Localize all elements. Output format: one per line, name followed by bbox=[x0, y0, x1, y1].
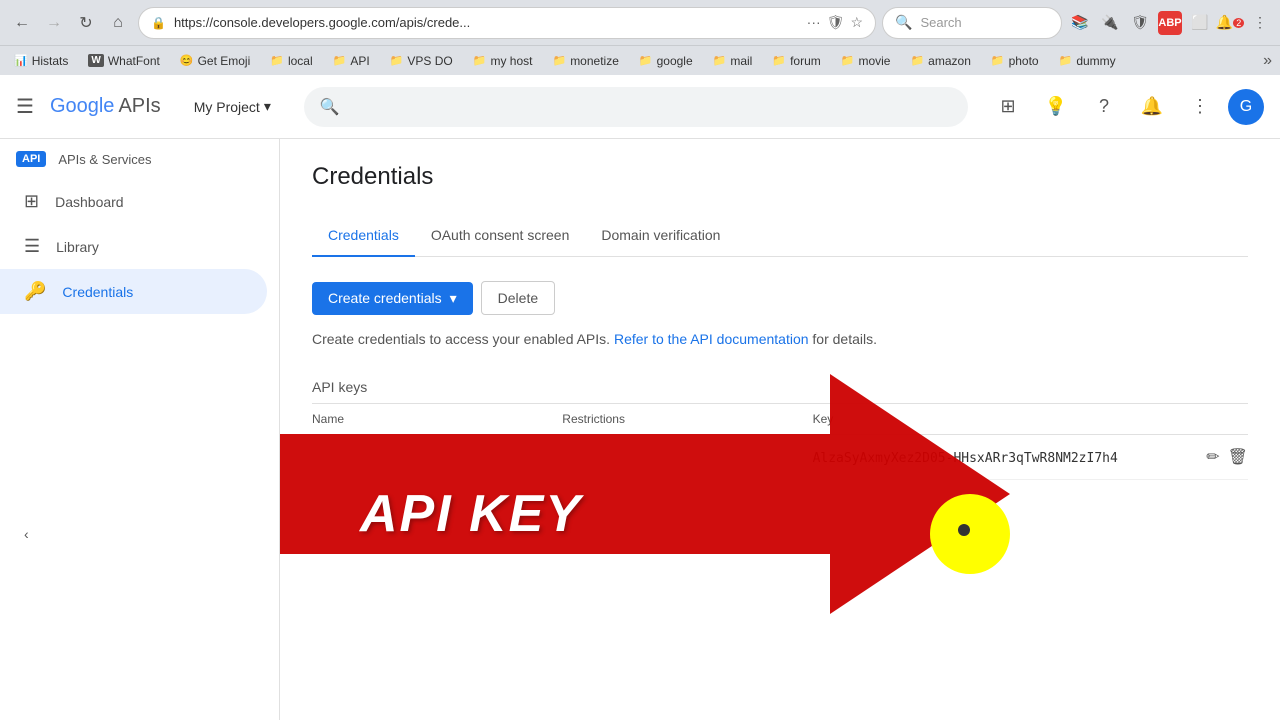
api-doc-link[interactable]: Refer to the API documentation bbox=[614, 331, 809, 347]
sidebar-item-dashboard[interactable]: ⊞ Dashboard bbox=[0, 179, 267, 224]
tab-oauth-consent[interactable]: OAuth consent screen bbox=[415, 215, 586, 257]
sidebar-toggle-icon: ‹ bbox=[24, 526, 29, 542]
bookmark-photo[interactable]: 📁photo bbox=[985, 52, 1045, 70]
bookmark-forum[interactable]: 📁forum bbox=[766, 52, 826, 70]
project-selector[interactable]: My Project ▾ bbox=[181, 91, 284, 122]
extension-icon[interactable]: 🔌 bbox=[1098, 11, 1122, 35]
bookmark-whatfont[interactable]: WWhatFont bbox=[82, 52, 165, 70]
star-icon[interactable]: ☆ bbox=[850, 14, 863, 31]
api-keys-section-title: API keys bbox=[312, 371, 1248, 404]
sidebar-library-label: Library bbox=[56, 239, 99, 255]
apis-logo-text: APIs bbox=[118, 95, 160, 118]
bookmark-api[interactable]: 📁API bbox=[327, 52, 376, 70]
project-dropdown-icon: ▾ bbox=[264, 98, 271, 115]
bell-icon-btn[interactable]: 🔔 bbox=[1132, 87, 1172, 127]
bookmark-monetize[interactable]: 📁monetize bbox=[546, 52, 624, 70]
header-actions: ⊞ 💡 ? 🔔 ⋮ G bbox=[988, 87, 1264, 127]
reload-button[interactable]: ↻ bbox=[72, 9, 100, 37]
sidebar-toggle-button[interactable]: ‹ bbox=[0, 514, 279, 554]
search-placeholder-text: Search bbox=[920, 15, 961, 30]
col-header-name: Name bbox=[312, 412, 562, 426]
project-name: My Project bbox=[194, 99, 260, 115]
sidebar-dashboard-label: Dashboard bbox=[55, 194, 124, 210]
api-badge: API bbox=[16, 151, 46, 167]
table-row: AlzaSyAxmyXez2D05-HHsxARr3qTwR8NM2zI7h4 … bbox=[312, 435, 1248, 480]
notification-icon[interactable]: 🔔2 bbox=[1218, 11, 1242, 35]
library-icon[interactable]: 📚 bbox=[1068, 11, 1092, 35]
address-text: https://console.developers.google.com/ap… bbox=[174, 15, 799, 30]
apps-icon-btn[interactable]: ⊞ bbox=[988, 87, 1028, 127]
help-icon-btn[interactable]: ? bbox=[1084, 87, 1124, 127]
bookmark-local[interactable]: 📁local bbox=[264, 52, 318, 70]
info-text: Create credentials to access your enable… bbox=[312, 331, 1248, 347]
create-dropdown-icon: ▾ bbox=[450, 290, 457, 307]
bookmark-google[interactable]: 📁google bbox=[633, 52, 699, 70]
library-nav-icon: ☰ bbox=[24, 236, 40, 257]
sidebar-item-library[interactable]: ☰ Library bbox=[0, 224, 267, 269]
delete-key-icon[interactable]: 🗑 bbox=[1228, 447, 1248, 467]
bookmark-getemoji[interactable]: 😊Get Emoji bbox=[174, 52, 256, 70]
sidebar-header: API APIs & Services bbox=[0, 151, 279, 179]
bookmark-vpsdo[interactable]: 📁VPS DO bbox=[384, 52, 459, 70]
edit-key-icon[interactable]: ✏ bbox=[1206, 447, 1219, 467]
credentials-icon: 🔑 bbox=[24, 281, 46, 302]
bookmark-myhost[interactable]: 📁my host bbox=[467, 52, 539, 70]
adblock-icon[interactable]: ABP bbox=[1158, 11, 1182, 35]
dashboard-icon: ⊞ bbox=[24, 191, 39, 212]
bookmark-movie[interactable]: 📁movie bbox=[835, 52, 897, 70]
sidebar-credentials-label: Credentials bbox=[62, 284, 133, 300]
address-more-icon: ··· bbox=[807, 14, 821, 31]
bookmark-mail[interactable]: 📁mail bbox=[707, 52, 759, 70]
cursor-indicator bbox=[958, 524, 970, 536]
more-header-icon-btn[interactable]: ⋮ bbox=[1180, 87, 1220, 127]
key-action-icons: ✏ 🗑 bbox=[1188, 447, 1248, 467]
window-icon[interactable]: ⬜ bbox=[1188, 11, 1212, 35]
bookmarks-more-icon[interactable]: » bbox=[1263, 52, 1272, 70]
key-value-cell: AlzaSyAxmyXez2D05-HHsxARr3qTwR8NM2zI7h4 bbox=[813, 449, 1188, 466]
action-buttons: Create credentials ▾ Delete bbox=[312, 281, 1248, 315]
forward-button[interactable]: → bbox=[40, 9, 68, 37]
col-header-key: Key bbox=[813, 412, 1188, 426]
address-bar[interactable]: 🔒 https://console.developers.google.com/… bbox=[138, 7, 876, 39]
api-key-value: AlzaSyAxmyXez2D05-HHsxARr3qTwR8NM2zI7h4 bbox=[813, 451, 1118, 466]
col-header-restrictions: Restrictions bbox=[562, 412, 812, 426]
yellow-highlight-circle bbox=[930, 494, 1010, 574]
delete-button[interactable]: Delete bbox=[481, 281, 555, 315]
page-title: Credentials bbox=[312, 163, 1248, 191]
lock-icon: 🔒 bbox=[151, 16, 166, 30]
home-button[interactable]: ⌂ bbox=[104, 9, 132, 37]
header-search-box[interactable]: 🔍 bbox=[304, 87, 968, 127]
tab-domain-verification[interactable]: Domain verification bbox=[585, 215, 736, 257]
tab-credentials[interactable]: Credentials bbox=[312, 215, 415, 257]
create-credentials-button[interactable]: Create credentials ▾ bbox=[312, 282, 473, 315]
col-header-actions bbox=[1188, 412, 1248, 426]
table-header: Name Restrictions Key bbox=[312, 404, 1248, 435]
back-button[interactable]: ← bbox=[8, 9, 36, 37]
sidebar: API APIs & Services ⊞ Dashboard ☰ Librar… bbox=[0, 139, 280, 720]
search-bar[interactable]: 🔍 Search bbox=[882, 7, 1062, 39]
content-area: Credentials Credentials OAuth consent sc… bbox=[280, 139, 1280, 720]
shield-browser-icon[interactable]: 🛡 bbox=[1128, 11, 1152, 35]
header-search-icon: 🔍 bbox=[320, 97, 340, 117]
google-logo-text: Google bbox=[50, 95, 115, 118]
bookmark-dummy[interactable]: 📁dummy bbox=[1053, 52, 1122, 70]
search-icon: 🔍 bbox=[895, 14, 912, 31]
bookmark-amazon[interactable]: 📁amazon bbox=[904, 52, 976, 70]
bookmarks-bar: 📊Histats WWhatFont 😊Get Emoji 📁local 📁AP… bbox=[0, 45, 1280, 75]
api-key-annotation-label: API KEY bbox=[360, 484, 582, 544]
more-browser-icon[interactable]: ⋮ bbox=[1248, 11, 1272, 35]
google-apis-logo: Google APIs bbox=[50, 95, 161, 118]
create-credentials-label: Create credentials bbox=[328, 290, 442, 306]
avatar[interactable]: G bbox=[1228, 89, 1264, 125]
idea-icon-btn[interactable]: 💡 bbox=[1036, 87, 1076, 127]
sidebar-item-credentials[interactable]: 🔑 Credentials bbox=[0, 269, 267, 314]
tabs: Credentials OAuth consent screen Domain … bbox=[312, 215, 1248, 257]
browser-toolbar: ← → ↻ ⌂ 🔒 https://console.developers.goo… bbox=[0, 0, 1280, 45]
shield-icon: 🛡 bbox=[827, 14, 845, 31]
hamburger-icon[interactable]: ☰ bbox=[16, 94, 34, 119]
bookmark-histats[interactable]: 📊Histats bbox=[8, 52, 74, 70]
gapi-header: ☰ Google APIs My Project ▾ 🔍 ⊞ 💡 ? 🔔 ⋮ G bbox=[0, 75, 1280, 139]
apis-services-label: APIs & Services bbox=[58, 152, 151, 167]
